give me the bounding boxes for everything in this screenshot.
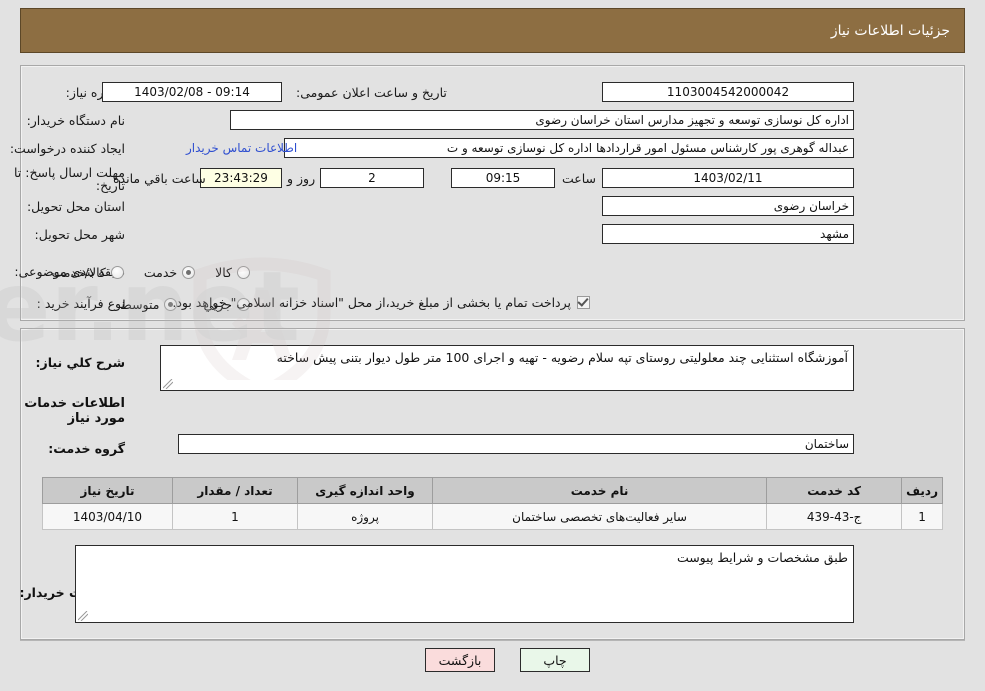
purchase-type-label: نوع فرآیند خرید :	[36, 296, 125, 311]
col-name: نام خدمت	[431, 477, 768, 504]
countdown-timer: 23:43:29	[200, 168, 282, 188]
buyer-org-value[interactable]: اداره کل نوسازی توسعه و تجهیز مدارس استا…	[230, 110, 854, 130]
buyer-org-label: نام دستگاه خریدار:	[26, 113, 125, 128]
deadline-row: مهلت ارسال پاسخ: تا تاریخ:	[5, 166, 125, 192]
col-quantity: تعداد / مقدار	[172, 477, 298, 504]
cell-quantity: 1	[172, 503, 298, 530]
category-radio-group: کالا خدمت کالا/خدمت	[51, 261, 250, 283]
treasury-bond-checkbox-row[interactable]: پرداخت تمام یا بخشی از مبلغ خرید،از محل …	[172, 295, 590, 310]
announce-date-label: تاریخ و ساعت اعلان عمومی:	[296, 85, 447, 100]
category-option-service[interactable]: خدمت	[143, 264, 196, 280]
city-row: شهر محل تحویل:	[29, 224, 125, 246]
radio-goods-service-icon[interactable]	[110, 265, 124, 279]
resize-grip-icon-notes[interactable]	[78, 611, 88, 621]
services-table: ردیف کد خدمت نام خدمت واحد اندازه گیری ت…	[42, 477, 943, 530]
services-table-header-row: ردیف کد خدمت نام خدمت واحد اندازه گیری ت…	[42, 477, 943, 504]
treasury-bond-checkbox-icon[interactable]	[577, 296, 590, 309]
service-group-label: گروه خدمت:	[48, 441, 125, 456]
col-unit: واحد اندازه گیری	[297, 477, 433, 504]
purchase-option-medium-label: متوسط	[120, 296, 160, 312]
creator-label: ایجاد کننده درخواست:	[9, 141, 125, 156]
purchase-type-row: نوع فرآیند خرید :	[31, 293, 125, 315]
deadline-date-value[interactable]: 1403/02/11	[602, 168, 854, 188]
city-label: شهر محل تحویل:	[34, 227, 125, 242]
province-row: استان محل تحویل:	[21, 196, 125, 218]
services-section-title: اطلاعات خدمات مورد نیاز	[24, 396, 125, 426]
bottom-divider	[20, 640, 965, 641]
service-group-value[interactable]: ساختمان	[178, 434, 854, 454]
page-header: جزئیات اطلاعات نیاز	[20, 8, 965, 53]
resize-grip-icon[interactable]	[163, 379, 173, 389]
table-row[interactable]: 1 ج-43-439 سایر فعالیت‌های تخصصی ساختمان…	[42, 503, 943, 530]
category-option-goods-service-label: کالا/خدمت	[51, 264, 106, 280]
creator-row: ایجاد کننده درخواست:	[4, 138, 125, 160]
radio-goods-icon[interactable]	[237, 265, 250, 279]
back-button[interactable]: بازگشت	[425, 648, 495, 672]
treasury-bond-checkbox-label: پرداخت تمام یا بخشی از مبلغ خرید،از محل …	[172, 295, 571, 310]
city-value[interactable]: مشهد	[602, 224, 854, 244]
buyer-contact-link[interactable]: اطلاعات تماس خریدار	[186, 141, 297, 155]
description-label-wrap: شرح كلي نياز:	[36, 352, 125, 371]
cell-unit: پروژه	[297, 503, 433, 530]
creator-value[interactable]: عبداله گوهری پور کارشناس مسئول امور قرار…	[284, 138, 854, 158]
cell-need-date: 1403/04/10	[42, 503, 173, 530]
remaining-days-suffix: روز و	[287, 171, 316, 186]
radio-service-icon[interactable]	[182, 265, 196, 279]
category-option-service-label: خدمت	[143, 264, 178, 280]
need-number-value[interactable]: 1103004542000042	[602, 82, 854, 102]
cell-index: 1	[901, 503, 943, 530]
buyer-org-row: نام دستگاه خریدار:	[21, 110, 125, 132]
deadline-time-value[interactable]: 09:15	[451, 168, 555, 188]
service-group-label-wrap: گروه خدمت:	[48, 438, 125, 457]
description-textarea[interactable]: آموزشگاه استثنایی چند معلولیتی روستای تپ…	[160, 345, 854, 391]
province-label: استان محل تحویل:	[26, 199, 125, 214]
print-button[interactable]: چاپ	[520, 648, 590, 672]
province-value[interactable]: خراسان رضوی	[602, 196, 854, 216]
description-label: شرح كلي نياز:	[35, 355, 125, 370]
col-code: کد خدمت	[766, 477, 903, 504]
category-option-goods-service[interactable]: کالا/خدمت	[51, 264, 124, 280]
col-index: ردیف	[901, 477, 943, 504]
category-option-goods-label: کالا	[215, 264, 232, 280]
cell-code: ج-43-439	[766, 503, 903, 530]
purchase-option-medium[interactable]: متوسط	[120, 296, 178, 312]
description-value: آموزشگاه استثنایی چند معلولیتی روستای تپ…	[276, 350, 848, 365]
announce-date-row: تاریخ و ساعت اعلان عمومی:	[290, 82, 447, 104]
deadline-time-label: ساعت	[562, 171, 597, 186]
announce-date-value[interactable]: 1403/02/08 - 09:14	[102, 82, 282, 102]
page-title: جزئیات اطلاعات نیاز	[830, 22, 950, 39]
buyer-notes-textarea[interactable]: طبق مشخصات و شرایط پیوست	[75, 545, 854, 623]
countdown-suffix: ساعت باقي مانده	[113, 171, 206, 186]
deadline-label: مهلت ارسال پاسخ: تا تاریخ:	[14, 165, 125, 193]
category-option-goods[interactable]: کالا	[215, 265, 250, 280]
cell-name: سایر فعالیت‌های تخصصی ساختمان	[431, 503, 768, 530]
col-need-date: تاریخ نیاز	[42, 477, 173, 504]
buyer-notes-value: طبق مشخصات و شرایط پیوست	[676, 550, 848, 565]
page-root: AnaTender.net جزئیات اطلاعات نیاز شماره …	[0, 0, 985, 691]
remaining-days-value[interactable]: 2	[320, 168, 424, 188]
